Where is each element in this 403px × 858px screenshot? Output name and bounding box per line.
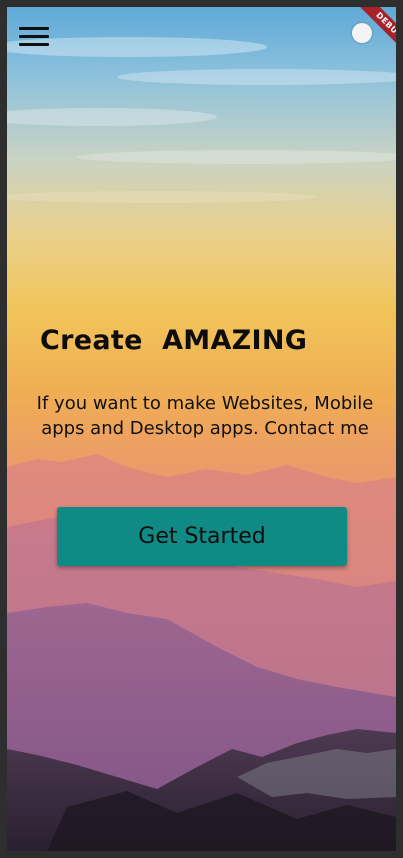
debug-banner-label: DEBUG (352, 7, 396, 63)
hero-headline: Create AMAZING (40, 325, 308, 356)
debug-banner: DEBUG (336, 7, 396, 67)
hamburger-menu-icon[interactable] (19, 25, 51, 49)
device-frame: DEBUG Create AMAZING If you want to make… (0, 0, 403, 858)
menu-bar (19, 43, 49, 46)
hero-subtext: If you want to make Websites, Mobile app… (36, 393, 374, 439)
menu-bar (19, 35, 49, 38)
app-screen: DEBUG Create AMAZING If you want to make… (7, 7, 396, 851)
menu-bar (19, 27, 49, 30)
get-started-button[interactable]: Get Started (57, 507, 347, 566)
